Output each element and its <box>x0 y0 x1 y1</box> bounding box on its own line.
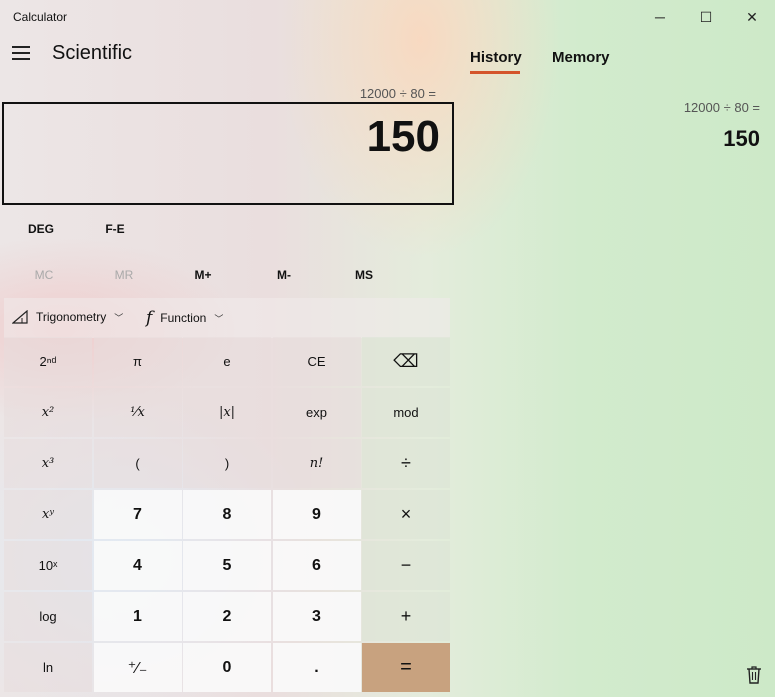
digit-2-button[interactable]: 2 <box>183 592 271 641</box>
clear-entry-button[interactable]: CE <box>272 337 361 386</box>
digit-7-button[interactable]: 7 <box>93 490 182 539</box>
add-button[interactable]: + <box>362 592 450 641</box>
close-button[interactable]: ✕ <box>729 0 775 34</box>
square-button[interactable]: x² <box>4 388 92 437</box>
trigonometry-dropdown[interactable]: Trigonometry ﹀ <box>12 310 123 324</box>
mod-button[interactable]: mod <box>362 388 450 437</box>
open-paren-button[interactable]: ( <box>93 439 182 488</box>
trash-icon[interactable] <box>745 665 763 685</box>
history-result[interactable]: 150 <box>660 126 760 152</box>
history-expression[interactable]: 12000 ÷ 80 = <box>620 100 760 115</box>
divide-button[interactable]: ÷ <box>362 439 450 488</box>
digit-6-button[interactable]: 6 <box>272 541 361 590</box>
function-dropdown[interactable]: f Function ﹀ <box>146 308 223 328</box>
multiply-button[interactable]: × <box>362 490 450 539</box>
angle-unit-button[interactable]: DEG <box>20 222 62 236</box>
chevron-down-icon: ﹀ <box>114 312 124 323</box>
fe-notation-button[interactable]: F-E <box>95 222 135 236</box>
function-f-icon: f <box>146 308 153 328</box>
digit-4-button[interactable]: 4 <box>93 541 182 590</box>
hamburger-menu-icon[interactable] <box>12 46 30 60</box>
power-button[interactable]: xʸ <box>4 490 92 539</box>
close-icon: ✕ <box>746 8 758 25</box>
euler-button[interactable]: e <box>183 337 271 386</box>
window-title: Calculator <box>13 10 68 24</box>
digit-9-button[interactable]: 9 <box>272 490 361 539</box>
second-function-button[interactable]: 2ⁿᵈ <box>4 337 92 386</box>
equals-button[interactable]: = <box>362 643 450 692</box>
expression-display: 12000 ÷ 80 = <box>359 86 436 101</box>
result-value: 150 <box>366 112 440 161</box>
subtract-button[interactable]: − <box>362 541 450 590</box>
digit-0-button[interactable]: 0 <box>183 643 271 692</box>
memory-store-button[interactable]: MS <box>334 268 394 282</box>
triangle-ruler-icon <box>12 310 28 324</box>
factorial-button[interactable]: n! <box>272 439 361 488</box>
exp-button[interactable]: exp <box>272 388 361 437</box>
digit-3-button[interactable]: 3 <box>272 592 361 641</box>
maximize-button[interactable]: ☐ <box>683 0 729 34</box>
function-label: Function <box>160 311 207 325</box>
digit-1-button[interactable]: 1 <box>93 592 182 641</box>
digit-8-button[interactable]: 8 <box>183 490 271 539</box>
chevron-down-icon: ﹀ <box>214 313 224 324</box>
mode-title: Scientific <box>52 42 133 64</box>
cube-button[interactable]: x³ <box>4 439 92 488</box>
tab-history[interactable]: History <box>470 49 522 66</box>
negate-button[interactable]: ⁺∕₋ <box>93 643 182 692</box>
log-button[interactable]: log <box>4 592 92 641</box>
close-paren-button[interactable]: ) <box>183 439 271 488</box>
tab-memory[interactable]: Memory <box>552 49 610 66</box>
backspace-icon[interactable]: ⌫ <box>362 337 450 386</box>
decimal-button[interactable]: . <box>272 643 361 692</box>
maximize-icon: ☐ <box>699 8 713 25</box>
ln-button[interactable]: ln <box>4 643 92 692</box>
active-tab-indicator <box>470 71 520 74</box>
trigonometry-label: Trigonometry <box>36 310 107 324</box>
reciprocal-button[interactable]: ¹⁄x <box>93 388 182 437</box>
memory-clear-button[interactable]: MC <box>14 268 74 282</box>
result-display[interactable]: 150 <box>2 102 454 205</box>
minimize-icon: ─ <box>655 9 665 25</box>
ten-power-button[interactable]: 10ˣ <box>4 541 92 590</box>
absolute-button[interactable]: |x| <box>183 388 271 437</box>
memory-subtract-button[interactable]: M- <box>254 268 314 282</box>
digit-5-button[interactable]: 5 <box>183 541 271 590</box>
memory-recall-button[interactable]: MR <box>94 268 154 282</box>
minimize-button[interactable]: ─ <box>637 0 683 34</box>
keypad: 2ⁿᵈ π e CE ⌫ x² ¹⁄x |x| exp mod x³ ( ) n… <box>4 337 450 694</box>
memory-add-button[interactable]: M+ <box>173 268 233 282</box>
pi-button[interactable]: π <box>93 337 182 386</box>
